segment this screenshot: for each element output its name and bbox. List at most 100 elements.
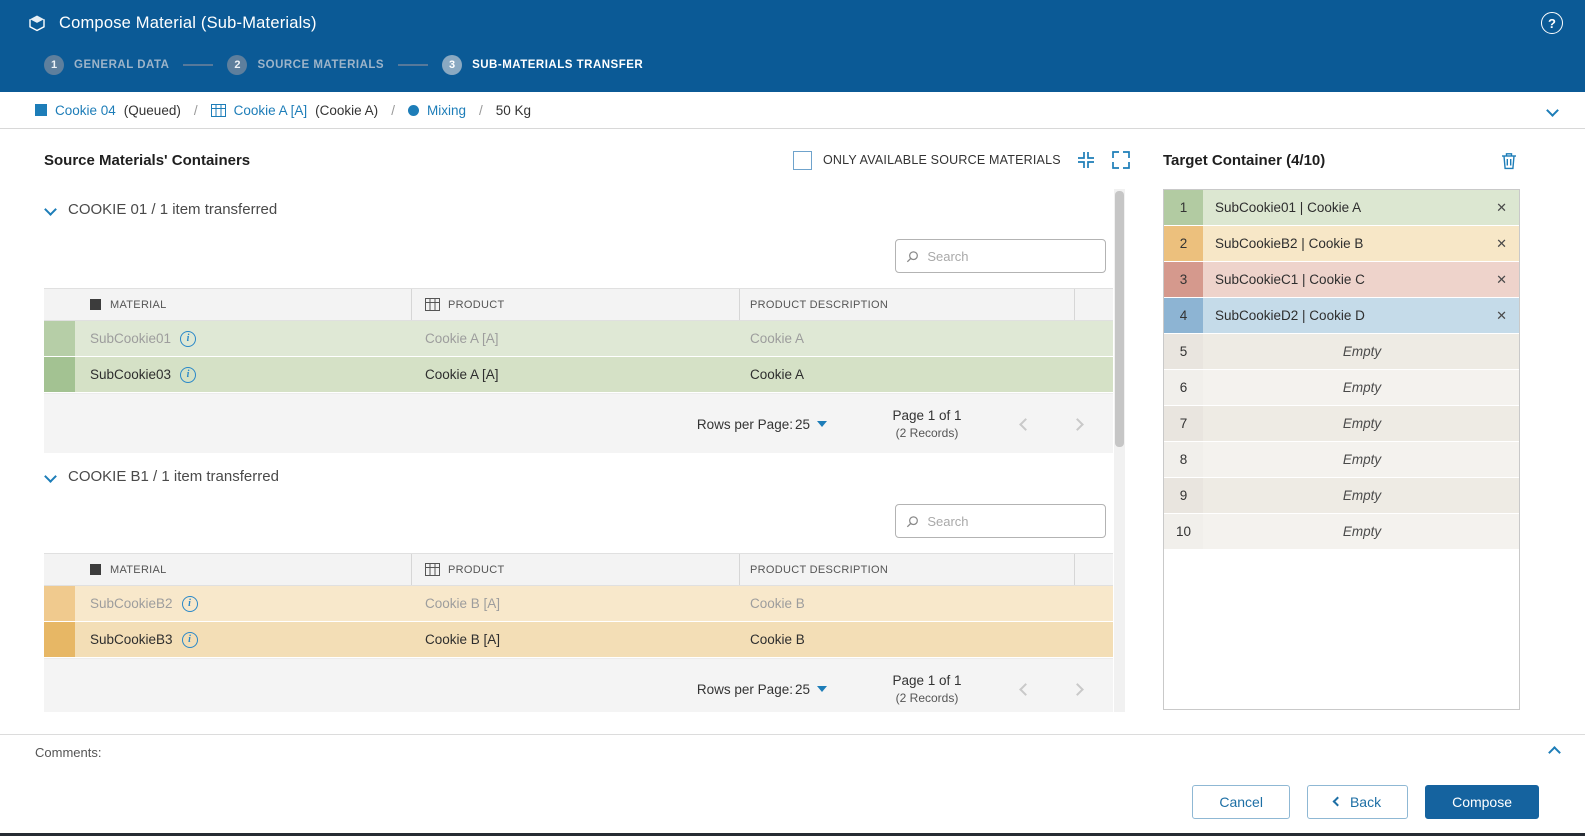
breadcrumb-separator: / bbox=[391, 103, 395, 118]
info-icon[interactable]: i bbox=[182, 632, 198, 648]
info-icon[interactable]: i bbox=[180, 331, 196, 347]
back-button[interactable]: Back bbox=[1307, 785, 1408, 819]
step-label: GENERAL DATA bbox=[74, 59, 169, 71]
expand-all-icon[interactable] bbox=[1111, 150, 1131, 170]
search-icon bbox=[906, 249, 919, 264]
page-number: Page 1 of 1 bbox=[881, 408, 973, 423]
info-icon[interactable]: i bbox=[182, 596, 198, 612]
source-containers-title: Source Materials' Containers bbox=[44, 152, 250, 169]
target-slot-empty[interactable]: 6 Empty bbox=[1164, 370, 1519, 406]
slot-number: 5 bbox=[1164, 334, 1203, 369]
remove-icon[interactable]: ✕ bbox=[1494, 200, 1509, 216]
slot-number: 6 bbox=[1164, 370, 1203, 405]
breadcrumb-collapse-toggle[interactable] bbox=[1548, 106, 1563, 115]
breadcrumb-product-link[interactable]: Cookie A [A] bbox=[234, 103, 308, 118]
breadcrumb-material-link[interactable]: Cookie 04 bbox=[55, 103, 116, 118]
search-input[interactable] bbox=[927, 514, 1095, 529]
only-available-label: ONLY AVAILABLE SOURCE MATERIALS bbox=[823, 153, 1061, 167]
search-input[interactable] bbox=[927, 249, 1095, 264]
scrollbar-thumb[interactable] bbox=[1115, 191, 1124, 447]
breadcrumb-step-link[interactable]: Mixing bbox=[427, 103, 466, 118]
compose-button[interactable]: Compose bbox=[1425, 785, 1539, 819]
caret-down-icon bbox=[817, 686, 827, 692]
target-slot-empty[interactable]: 10 Empty bbox=[1164, 514, 1519, 550]
compose-material-dialog: Compose Material (Sub-Materials) ? 1 GEN… bbox=[0, 0, 1585, 836]
section-title: COOKIE 01 / 1 item transferred bbox=[68, 201, 277, 218]
step-general-data[interactable]: 1 GENERAL DATA bbox=[44, 55, 169, 75]
slot-number: 1 bbox=[1164, 190, 1203, 225]
breadcrumb-separator: / bbox=[479, 103, 483, 118]
comments-label: Comments: bbox=[35, 745, 101, 760]
slot-label: Empty bbox=[1203, 442, 1519, 477]
cancel-button[interactable]: Cancel bbox=[1192, 785, 1290, 819]
cell-material: SubCookie03 bbox=[90, 367, 171, 382]
target-slot[interactable]: 4 SubCookieD2 | Cookie D✕ bbox=[1164, 298, 1519, 334]
target-slot-empty[interactable]: 8 Empty bbox=[1164, 442, 1519, 478]
row-color-band bbox=[44, 586, 75, 621]
table-pagination: Rows per Page: 25 Page 1 of 1 (2 Records… bbox=[44, 393, 1113, 453]
records-count: (2 Records) bbox=[881, 691, 973, 705]
step-sub-materials-transfer[interactable]: 3 SUB-MATERIALS TRANSFER bbox=[442, 55, 643, 75]
table-row[interactable]: SubCookieB3i Cookie B [A] Cookie B bbox=[44, 622, 1113, 658]
chevron-down-icon bbox=[44, 470, 57, 483]
prev-page-icon[interactable] bbox=[999, 420, 1051, 429]
collapse-all-icon[interactable] bbox=[1076, 150, 1096, 170]
section-title: COOKIE B1 / 1 item transferred bbox=[68, 468, 279, 485]
step-connector bbox=[398, 64, 428, 66]
table-row[interactable]: SubCookieB2i Cookie B [A] Cookie B bbox=[44, 586, 1113, 622]
vertical-scrollbar[interactable] bbox=[1114, 189, 1125, 712]
search-icon bbox=[906, 514, 919, 529]
cell-description: Cookie B bbox=[750, 596, 805, 611]
target-slot[interactable]: 3 SubCookieC1 | Cookie C✕ bbox=[1164, 262, 1519, 298]
cell-description: Cookie A bbox=[750, 331, 804, 346]
target-slot[interactable]: 2 SubCookieB2 | Cookie B✕ bbox=[1164, 226, 1519, 262]
section-cookie01-header[interactable]: COOKIE 01 / 1 item transferred bbox=[46, 201, 277, 218]
cell-product: Cookie B [A] bbox=[425, 632, 500, 647]
slot-label: Empty bbox=[1203, 334, 1519, 369]
slot-label: SubCookieC1 | Cookie C✕ bbox=[1203, 262, 1519, 297]
only-available-checkbox[interactable] bbox=[793, 151, 812, 170]
column-header-product: PRODUCT bbox=[448, 299, 505, 311]
step-circle: 1 bbox=[44, 55, 64, 75]
cell-product: Cookie B [A] bbox=[425, 596, 500, 611]
target-slot[interactable]: 1 SubCookie01 | Cookie A✕ bbox=[1164, 190, 1519, 226]
slot-number: 10 bbox=[1164, 514, 1203, 549]
next-page-icon[interactable] bbox=[1051, 420, 1103, 429]
rows-per-page-select[interactable]: Rows per Page: 25 bbox=[697, 682, 827, 697]
remove-icon[interactable]: ✕ bbox=[1494, 272, 1509, 288]
target-slot-empty[interactable]: 9 Empty bbox=[1164, 478, 1519, 514]
target-slot-empty[interactable]: 5 Empty bbox=[1164, 334, 1519, 370]
prev-page-icon[interactable] bbox=[999, 685, 1051, 694]
trash-icon[interactable] bbox=[1498, 150, 1520, 172]
caret-down-icon bbox=[817, 421, 827, 427]
next-page-icon[interactable] bbox=[1051, 685, 1103, 694]
remove-icon[interactable]: ✕ bbox=[1494, 236, 1509, 252]
help-icon[interactable]: ? bbox=[1541, 12, 1563, 34]
step-circle: 3 bbox=[442, 55, 462, 75]
slot-number: 4 bbox=[1164, 298, 1203, 333]
row-color-band bbox=[44, 321, 75, 356]
search-box bbox=[895, 504, 1106, 538]
slot-number: 2 bbox=[1164, 226, 1203, 261]
slot-label: Empty bbox=[1203, 406, 1519, 441]
rows-per-page-value: 25 bbox=[795, 682, 810, 697]
compose-material-icon bbox=[26, 12, 48, 34]
product-description: (Cookie A) bbox=[315, 103, 378, 118]
cell-product: Cookie A [A] bbox=[425, 331, 499, 346]
table-header-row: MATERIAL PRODUCT PRODUCT DESCRIPTION bbox=[44, 553, 1113, 586]
table-row[interactable]: SubCookie01i Cookie A [A] Cookie A bbox=[44, 321, 1113, 357]
action-bar: Cancel Back Compose bbox=[0, 770, 1585, 833]
target-container-title: Target Container (4/10) bbox=[1163, 152, 1325, 169]
slot-label: Empty bbox=[1203, 514, 1519, 549]
info-icon[interactable]: i bbox=[180, 367, 196, 383]
table-row[interactable]: SubCookie03i Cookie A [A] Cookie A bbox=[44, 357, 1113, 393]
remove-icon[interactable]: ✕ bbox=[1494, 308, 1509, 324]
target-slot-empty[interactable]: 7 Empty bbox=[1164, 406, 1519, 442]
slot-label: Empty bbox=[1203, 370, 1519, 405]
rows-per-page-value: 25 bbox=[795, 417, 810, 432]
comments-expand-toggle[interactable] bbox=[1550, 748, 1559, 757]
rows-per-page-select[interactable]: Rows per Page: 25 bbox=[697, 417, 827, 432]
cell-description: Cookie B bbox=[750, 632, 805, 647]
section-cookieb1-header[interactable]: COOKIE B1 / 1 item transferred bbox=[46, 468, 279, 485]
step-source-materials[interactable]: 2 SOURCE MATERIALS bbox=[227, 55, 384, 75]
